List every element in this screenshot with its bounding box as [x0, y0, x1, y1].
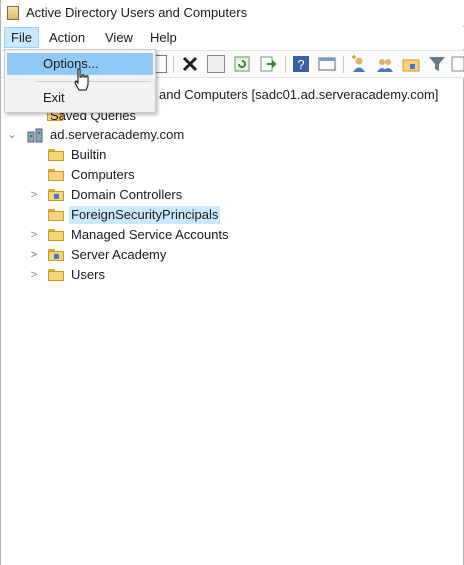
ou-folder-icon: [48, 249, 64, 261]
menu-file[interactable]: File: [4, 27, 39, 48]
folder-icon: [48, 229, 64, 241]
tree-item-domain-controllers[interactable]: > Domain Controllers: [1, 185, 301, 205]
aduc-app-icon: [7, 6, 19, 20]
tree-item-label: Computers: [71, 167, 135, 182]
menu-view[interactable]: View: [99, 27, 139, 48]
properties-icon[interactable]: [207, 55, 225, 73]
svg-text:?: ?: [297, 57, 304, 72]
tree-item-label: Users: [71, 267, 105, 282]
help-icon[interactable]: ?: [292, 55, 310, 73]
tree-item-label: ad.serveracademy.com: [50, 127, 185, 142]
menu-bar: File Action View Help: [1, 27, 464, 49]
tree-item-server-academy[interactable]: > Server Academy: [1, 245, 301, 265]
filter-icon[interactable]: [428, 55, 446, 73]
tree-item-foreign-security-principals[interactable]: ForeignSecurityPrincipals: [1, 205, 301, 225]
export-list-icon[interactable]: [259, 55, 277, 73]
toolbar-separator: [343, 56, 344, 73]
window-title: Active Directory Users and Computers: [26, 5, 248, 20]
refresh-icon[interactable]: [233, 55, 251, 73]
tree-item-users[interactable]: > Users: [1, 265, 301, 285]
chevron-right-icon[interactable]: >: [29, 185, 39, 205]
menu-action[interactable]: Action: [43, 27, 91, 48]
toolbar-separator: [173, 56, 174, 73]
folder-icon: [48, 209, 64, 221]
folder-icon: [48, 169, 64, 181]
console-tree: and Computers [sadc01.ad.serveracademy.c…: [1, 79, 464, 565]
tree-item-computers[interactable]: Computers: [1, 165, 301, 185]
tree-item-builtin[interactable]: Builtin: [1, 145, 301, 165]
tree-item-label: Server Academy: [71, 247, 167, 262]
chevron-right-icon[interactable]: >: [29, 265, 39, 285]
toolbar-separator: [285, 56, 286, 73]
new-group-icon[interactable]: [376, 55, 394, 73]
app-window: Active Directory Users and Computers Fil…: [0, 0, 464, 565]
ou-folder-icon: [48, 189, 64, 201]
new-user-icon[interactable]: [350, 55, 368, 73]
tree-item-domain[interactable]: ⌄ ad.serveracademy.com: [1, 125, 301, 145]
tree-item-label: Builtin: [71, 147, 107, 162]
chevron-right-icon[interactable]: >: [29, 245, 39, 265]
find-icon[interactable]: [451, 55, 464, 73]
tree-item-label: ForeignSecurityPrincipals: [69, 206, 221, 224]
console-tree-icon[interactable]: [318, 55, 336, 73]
new-ou-icon[interactable]: [402, 55, 420, 73]
hand-cursor-icon: [74, 68, 89, 91]
folder-icon: [48, 149, 64, 161]
delete-icon[interactable]: [181, 55, 199, 73]
menu-separator: [35, 81, 151, 82]
tree-item-label: Managed Service Accounts: [71, 227, 229, 242]
chevron-down-icon[interactable]: ⌄: [7, 125, 17, 145]
chevron-right-icon[interactable]: >: [29, 225, 39, 245]
tree-item-managed-service-accounts[interactable]: > Managed Service Accounts: [1, 225, 301, 245]
tree-item-label: Domain Controllers: [71, 187, 183, 202]
folder-icon: [48, 269, 64, 281]
tree-root-label[interactable]: and Computers [sadc01.ad.serveracademy.c…: [159, 87, 438, 102]
menu-help[interactable]: Help: [144, 27, 183, 48]
domain-icon: [27, 128, 43, 143]
title-bar[interactable]: Active Directory Users and Computers: [1, 0, 464, 26]
